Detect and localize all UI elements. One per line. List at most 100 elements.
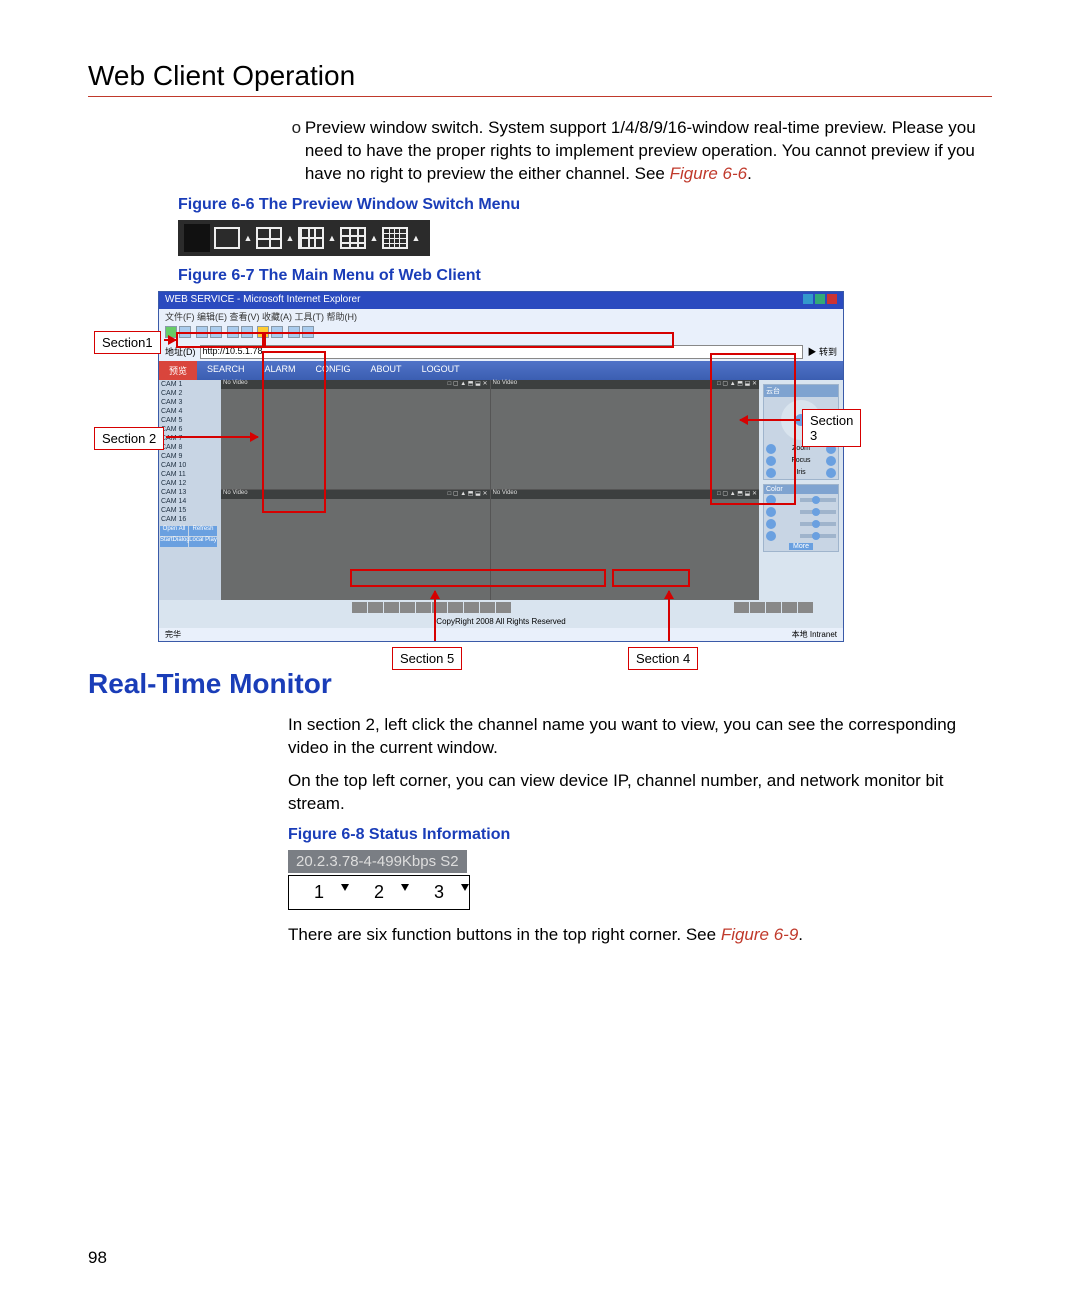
stop-icon bbox=[196, 326, 208, 338]
label-section5: Section 5 bbox=[392, 647, 462, 670]
tab-alarm[interactable]: ALARM bbox=[255, 361, 306, 380]
content-body: o Preview window switch. System support … bbox=[288, 117, 992, 947]
cam-item[interactable]: CAM 16 bbox=[159, 515, 221, 524]
iris-plus-button[interactable] bbox=[826, 468, 836, 478]
video-cell[interactable]: No Video□ ▢ ▲ ⬒ ⬓ ✕ bbox=[221, 380, 490, 490]
layout-1-window[interactable]: ▲ bbox=[214, 227, 254, 249]
layout-16-window[interactable]: ▲ bbox=[382, 227, 422, 249]
tab-about[interactable]: ABOUT bbox=[361, 361, 412, 380]
cam-item[interactable]: CAM 11 bbox=[159, 470, 221, 479]
bullet-text-a: Preview window switch. System support 1/… bbox=[305, 118, 976, 183]
realtime-monitor-heading: Real-Time Monitor bbox=[88, 668, 992, 700]
zoom-minus-button[interactable] bbox=[766, 444, 776, 454]
saturation-icon bbox=[766, 519, 776, 529]
history-icon bbox=[271, 326, 283, 338]
video-cell-controls[interactable]: □ ▢ ▲ ⬒ ⬓ ✕ bbox=[717, 380, 757, 389]
app-body: CAM 1 CAM 2 CAM 3 CAM 4 CAM 5 CAM 6 CAM … bbox=[159, 380, 843, 600]
video-cell-controls[interactable]: □ ▢ ▲ ⬒ ⬓ ✕ bbox=[448, 490, 488, 499]
browser-toolbar[interactable] bbox=[159, 324, 843, 343]
address-bar[interactable]: http://10.5.1.78 bbox=[200, 345, 804, 359]
video-cell-title: No Video bbox=[223, 490, 248, 499]
camera-list: CAM 1 CAM 2 CAM 3 CAM 4 CAM 5 CAM 6 CAM … bbox=[159, 380, 221, 600]
search-icon bbox=[241, 326, 253, 338]
contrast-slider[interactable] bbox=[800, 510, 836, 514]
cam-item[interactable]: CAM 6 bbox=[159, 425, 221, 434]
more-button[interactable]: More bbox=[789, 543, 813, 550]
cam-item[interactable]: CAM 9 bbox=[159, 452, 221, 461]
app-tabs: 预览 SEARCH ALARM CONFIG ABOUT LOGOUT bbox=[159, 361, 843, 380]
cam-item[interactable]: CAM 5 bbox=[159, 416, 221, 425]
video-grid: No Video□ ▢ ▲ ⬒ ⬓ ✕ No Video□ ▢ ▲ ⬒ ⬓ ✕ … bbox=[221, 380, 759, 600]
cam-item[interactable]: CAM 1 bbox=[159, 380, 221, 389]
startdialog-button[interactable]: StartDialog bbox=[160, 537, 188, 547]
label-section4: Section 4 bbox=[628, 647, 698, 670]
figure-ref-69: Figure 6-9 bbox=[721, 925, 798, 944]
address-row: 地址(D) http://10.5.1.78 ▶ 转到 bbox=[159, 343, 843, 361]
video-cell[interactable]: No Video□ ▢ ▲ ⬒ ⬓ ✕ bbox=[491, 490, 760, 600]
ptz-header: 云台 bbox=[764, 385, 838, 397]
bullet-mark: o bbox=[288, 117, 305, 186]
bottom-toolbars bbox=[159, 600, 843, 615]
tab-preview[interactable]: 预览 bbox=[159, 361, 197, 380]
browser-statusbar: 完华 本地 Intranet bbox=[159, 628, 843, 641]
close-icon bbox=[827, 294, 837, 304]
open-all-button[interactable]: Open All bbox=[160, 526, 188, 536]
switch-menu-tv-icon bbox=[184, 224, 210, 252]
cam-item[interactable]: CAM 2 bbox=[159, 389, 221, 398]
cam-item[interactable]: CAM 4 bbox=[159, 407, 221, 416]
maximize-icon bbox=[815, 294, 825, 304]
layout-9-window[interactable]: ▲ bbox=[340, 227, 380, 249]
status-right: 本地 Intranet bbox=[792, 629, 837, 640]
window-controls[interactable] bbox=[801, 294, 837, 307]
figure-6-7-screenshot: WEB SERVICE - Microsoft Internet Explore… bbox=[158, 291, 844, 642]
rtm-para-2: On the top left corner, you can view dev… bbox=[288, 770, 992, 816]
color-panel: Color More bbox=[763, 484, 839, 552]
video-cell-controls[interactable]: □ ▢ ▲ ⬒ ⬓ ✕ bbox=[717, 490, 757, 499]
video-cell-title: No Video bbox=[493, 380, 518, 389]
refresh-icon bbox=[210, 326, 222, 338]
label-section3: Section 3 bbox=[802, 409, 861, 447]
marker-2: 2 bbox=[349, 876, 409, 909]
cam-item[interactable]: CAM 3 bbox=[159, 398, 221, 407]
cam-item[interactable]: CAM 7 bbox=[159, 434, 221, 443]
cam-item[interactable]: CAM 13 bbox=[159, 488, 221, 497]
preview-bullet: o Preview window switch. System support … bbox=[288, 117, 992, 186]
localplay-button[interactable]: Local Play bbox=[189, 537, 217, 547]
focus-plus-button[interactable] bbox=[826, 456, 836, 466]
iris-minus-button[interactable] bbox=[766, 468, 776, 478]
cam-item[interactable]: CAM 14 bbox=[159, 497, 221, 506]
go-button[interactable]: ▶ 转到 bbox=[807, 345, 837, 358]
color-header: Color bbox=[764, 485, 838, 494]
figure-ref-66: Figure 6-6 bbox=[670, 164, 747, 183]
section4-toolbar[interactable] bbox=[703, 600, 843, 615]
video-cell[interactable]: No Video □ ▢ ▲ ⬒ ⬓ ✕ bbox=[221, 490, 490, 600]
label-section1: Section1 bbox=[94, 331, 161, 354]
tab-logout[interactable]: LOGOUT bbox=[412, 361, 470, 380]
layout-8-window[interactable]: ▲ bbox=[298, 227, 338, 249]
focus-minus-button[interactable] bbox=[766, 456, 776, 466]
browser-menubar[interactable]: 文件(F) 编辑(E) 查看(V) 收藏(A) 工具(T) 帮助(H) bbox=[159, 309, 843, 324]
focus-label: Focus bbox=[791, 457, 810, 464]
cam-item[interactable]: CAM 8 bbox=[159, 443, 221, 452]
tab-config[interactable]: CONFIG bbox=[306, 361, 361, 380]
status-info-markers: 1 2 3 bbox=[288, 875, 470, 910]
tab-search[interactable]: SEARCH bbox=[197, 361, 255, 380]
video-cell-controls[interactable]: □ ▢ ▲ ⬒ ⬓ ✕ bbox=[448, 380, 488, 389]
cam-item[interactable]: CAM 15 bbox=[159, 506, 221, 515]
forward-icon bbox=[179, 326, 191, 338]
window-title: WEB SERVICE - Microsoft Internet Explore… bbox=[165, 294, 360, 307]
saturation-slider[interactable] bbox=[800, 522, 836, 526]
app-copyright: CopyRight 2008 All Rights Reserved bbox=[159, 615, 843, 628]
video-cell[interactable]: No Video □ ▢ ▲ ⬒ ⬓ ✕ bbox=[491, 380, 760, 490]
mail-icon bbox=[288, 326, 300, 338]
layout-4-window[interactable]: ▲ bbox=[256, 227, 296, 249]
home-icon bbox=[227, 326, 239, 338]
cam-item[interactable]: CAM 10 bbox=[159, 461, 221, 470]
address-label: 地址(D) bbox=[165, 345, 196, 358]
section5-toolbar[interactable] bbox=[159, 600, 703, 615]
refresh-button[interactable]: Refresh bbox=[189, 526, 217, 536]
brightness-slider[interactable] bbox=[800, 498, 836, 502]
print-icon bbox=[302, 326, 314, 338]
cam-item[interactable]: CAM 12 bbox=[159, 479, 221, 488]
hue-slider[interactable] bbox=[800, 534, 836, 538]
